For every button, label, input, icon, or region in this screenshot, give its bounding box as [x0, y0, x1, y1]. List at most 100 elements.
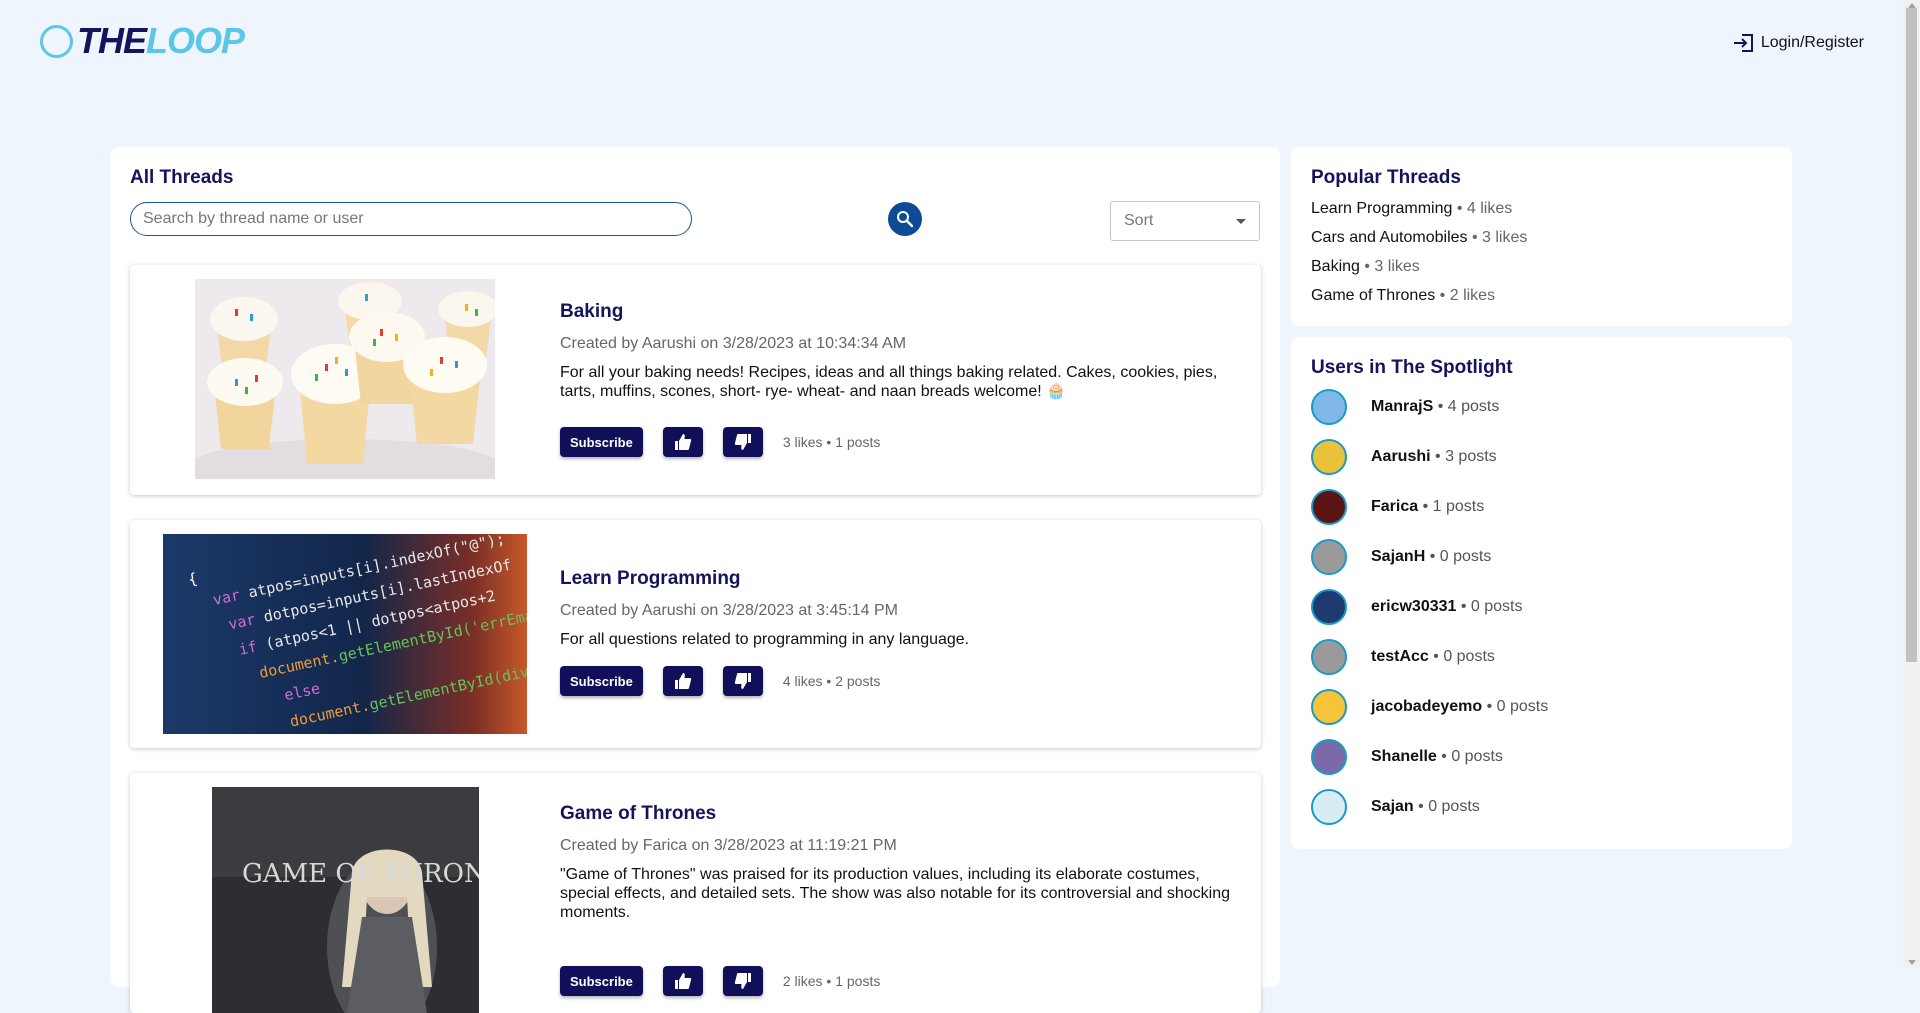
popular-thread-item[interactable]: Baking • 3 likes: [1311, 258, 1420, 276]
like-button[interactable]: [662, 666, 703, 696]
popular-thread-item[interactable]: Game of Thrones • 2 likes: [1311, 287, 1495, 305]
thread-image-code[interactable]: { var atpos=inputs[i].indexOf("@"); var …: [163, 534, 527, 734]
page-scrollbar[interactable]: [1903, 0, 1920, 968]
spotlight-user-row[interactable]: Shanelle • 0 posts: [1311, 739, 1503, 775]
popular-thread-likes: • 2 likes: [1439, 287, 1496, 304]
thread-description: For all questions related to programming…: [560, 631, 970, 648]
thread-title[interactable]: Learn Programming: [560, 568, 1247, 590]
thread-stats: 3 likes • 1 posts: [782, 434, 881, 450]
thread-card: GAME OF THRONES Game of Thrones Created …: [130, 773, 1261, 1013]
thread-stats: 2 likes • 1 posts: [782, 973, 881, 989]
search-icon: [897, 211, 914, 228]
thread-image-got[interactable]: GAME OF THRONES: [212, 787, 479, 1013]
thread-card: { var atpos=inputs[i].indexOf("@"); var …: [130, 520, 1261, 748]
spotlight-user-row[interactable]: ericw30331 • 0 posts: [1311, 589, 1523, 625]
subscribe-button[interactable]: Subscribe: [560, 966, 643, 996]
popular-thread-likes: • 3 likes: [1364, 258, 1420, 275]
thread-image-cupcakes[interactable]: [195, 279, 495, 479]
scroll-thumb[interactable]: [1906, 8, 1917, 662]
all-threads-title: All Threads: [130, 167, 234, 188]
spotlight-user-posts: • 0 posts: [1418, 798, 1480, 815]
spotlight-user-name[interactable]: jacobadeyemo: [1371, 698, 1482, 716]
spotlight-user-posts: • 0 posts: [1486, 698, 1549, 715]
popular-thread-name: Learn Programming: [1311, 200, 1453, 217]
popular-thread-name: Game of Thrones: [1311, 287, 1436, 304]
avatar[interactable]: [1311, 689, 1347, 725]
spotlight-user-name[interactable]: Aarushi: [1371, 448, 1431, 466]
caret-down-icon: [1236, 218, 1246, 224]
popular-thread-name: Cars and Automobiles: [1311, 229, 1468, 246]
avatar[interactable]: [1311, 639, 1347, 675]
spotlight-user-name[interactable]: Farica: [1371, 498, 1418, 516]
site-logo[interactable]: THELOOP: [40, 20, 245, 62]
thumbs-up-icon: [674, 973, 692, 989]
scroll-down-arrow-icon[interactable]: [1908, 960, 1916, 965]
spotlight-user-row[interactable]: testAcc • 0 posts: [1311, 639, 1495, 675]
sort-dropdown[interactable]: Sort: [1110, 201, 1260, 241]
thumbs-down-icon: [734, 973, 751, 989]
avatar[interactable]: [1311, 489, 1347, 525]
popular-thread-item[interactable]: Cars and Automobiles • 3 likes: [1311, 229, 1527, 247]
spotlight-user-row[interactable]: SajanH • 0 posts: [1311, 539, 1491, 575]
search-button[interactable]: [888, 202, 922, 236]
spotlight-user-name[interactable]: ericw30331: [1371, 598, 1456, 616]
thread-actions: Subscribe 3 likes • 1 posts: [560, 427, 880, 457]
dislike-button[interactable]: [722, 966, 763, 996]
spotlight-user-row[interactable]: Aarushi • 3 posts: [1311, 439, 1497, 475]
thread-title[interactable]: Baking: [560, 301, 1247, 323]
spotlight-user-name[interactable]: testAcc: [1371, 648, 1429, 666]
popular-thread-likes: • 3 likes: [1471, 229, 1528, 246]
spotlight-title: Users in The Spotlight: [1311, 357, 1513, 378]
spotlight-user-name[interactable]: Shanelle: [1371, 748, 1437, 766]
popular-threads-title: Popular Threads: [1311, 167, 1461, 188]
thread-body: Learn Programming Created by Aarushi on …: [560, 568, 1247, 696]
dislike-button[interactable]: [722, 427, 763, 457]
thread-card: Baking Created by Aarushi on 3/28/2023 a…: [130, 265, 1261, 495]
like-button[interactable]: [662, 966, 703, 996]
code-screen-image: { var atpos=inputs[i].indexOf("@"); var …: [163, 534, 527, 734]
thread-description: "Game of Thrones" was praised for its pr…: [560, 866, 1231, 921]
avatar[interactable]: [1311, 389, 1347, 425]
thread-meta: Created by Aarushi on 3/28/2023 at 10:34…: [560, 335, 907, 352]
dislike-button[interactable]: [722, 666, 763, 696]
subscribe-button[interactable]: Subscribe: [560, 427, 643, 457]
thumbs-up-icon: [674, 673, 692, 689]
spotlight-user-row[interactable]: ManrajS • 4 posts: [1311, 389, 1499, 425]
spotlight-user-posts: • 0 posts: [1460, 598, 1523, 615]
thread-stats: 4 likes • 2 posts: [782, 673, 881, 689]
thread-title[interactable]: Game of Thrones: [560, 803, 1247, 825]
spotlight-user-name[interactable]: Sajan: [1371, 798, 1414, 816]
avatar[interactable]: [1311, 589, 1347, 625]
spotlight-user-posts: • 0 posts: [1429, 548, 1492, 565]
thumbs-down-icon: [734, 434, 751, 450]
popular-thread-item[interactable]: Learn Programming • 4 likes: [1311, 200, 1512, 218]
thread-body: Game of Thrones Created by Farica on 3/2…: [560, 803, 1247, 996]
spotlight-user-name[interactable]: SajanH: [1371, 548, 1425, 566]
search-input[interactable]: [130, 202, 692, 236]
thumbs-down-icon: [734, 673, 751, 689]
thread-body: Baking Created by Aarushi on 3/28/2023 a…: [560, 301, 1247, 457]
login-register-link[interactable]: Login/Register: [1733, 33, 1864, 53]
logo-ring-icon: [40, 24, 73, 58]
thread-actions: Subscribe 2 likes • 1 posts: [560, 966, 880, 996]
logo-text-the: THE: [77, 20, 147, 61]
spotlight-user-row[interactable]: Sajan • 0 posts: [1311, 789, 1480, 825]
like-button[interactable]: [662, 427, 703, 457]
avatar[interactable]: [1311, 539, 1347, 575]
login-icon: [1733, 34, 1753, 52]
logo-text-loop: LOOP: [146, 20, 245, 61]
spotlight-user-posts: • 3 posts: [1435, 448, 1497, 465]
game-of-thrones-poster: GAME OF THRONES: [212, 787, 479, 1013]
subscribe-button[interactable]: Subscribe: [560, 666, 643, 696]
avatar[interactable]: [1311, 439, 1347, 475]
all-threads-panel: All Threads Sort: [110, 147, 1280, 1013]
avatar[interactable]: [1311, 739, 1347, 775]
avatar[interactable]: [1311, 789, 1347, 825]
popular-threads-panel: Popular Threads Learn Programming • 4 li…: [1291, 147, 1792, 326]
spotlight-user-posts: • 0 posts: [1441, 748, 1503, 765]
thumbs-up-icon: [674, 434, 692, 450]
spotlight-user-row[interactable]: Farica • 1 posts: [1311, 489, 1484, 525]
spotlight-user-row[interactable]: jacobadeyemo • 0 posts: [1311, 689, 1548, 725]
spotlight-user-posts: • 1 posts: [1422, 498, 1485, 515]
spotlight-user-name[interactable]: ManrajS: [1371, 398, 1433, 416]
